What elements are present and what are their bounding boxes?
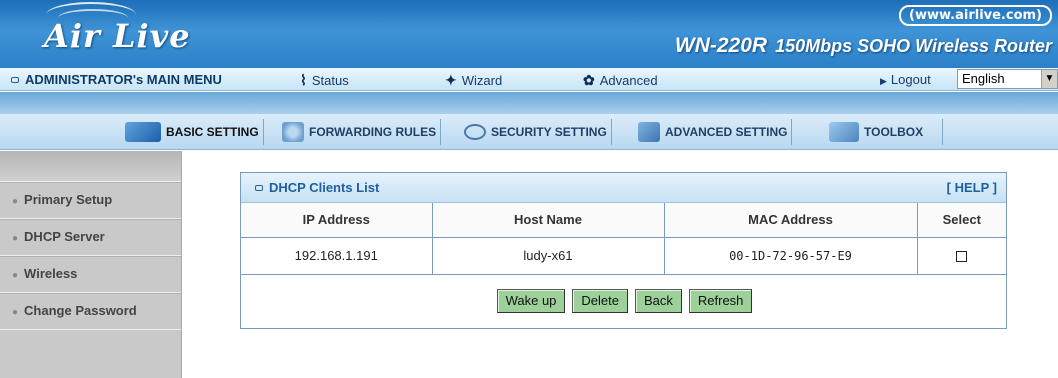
tab-forwarding-rules-label: FORWARDING RULES	[309, 125, 437, 139]
tab-forwarding-rules[interactable]: FORWARDING RULES	[282, 119, 442, 145]
delete-button[interactable]: Delete	[572, 288, 628, 313]
tab-toolbox-label: TOOLBOX	[864, 125, 924, 139]
sidebar-item-label: Primary Setup	[24, 192, 113, 207]
dhcp-clients-table: IP Address Host Name MAC Address Select …	[241, 203, 1006, 275]
header-divider-strip	[0, 92, 1058, 114]
security-setting-icon	[464, 124, 486, 140]
toolbox-icon	[829, 122, 859, 142]
cell-mac: 00-1D-72-96-57-E9	[664, 237, 918, 275]
sidebar-header	[0, 151, 181, 182]
advanced-menu-link[interactable]: ✿ Advanced	[583, 72, 658, 89]
logout-label: Logout	[890, 72, 931, 87]
dhcp-clients-panel: DHCP Clients List [ HELP ] IP Address Ho…	[240, 172, 1007, 329]
status-icon: ⌇	[300, 72, 307, 88]
column-header-ip: IP Address	[241, 203, 433, 238]
sidebar-item-label: Change Password	[24, 303, 137, 318]
logout-link[interactable]: ▶ Logout	[880, 72, 931, 87]
status-menu-link[interactable]: ⌇ Status	[300, 72, 349, 89]
sidebar-item-label: DHCP Server	[24, 229, 105, 244]
cell-select	[917, 237, 1006, 275]
tab-security-setting-label: SECURITY SETTING	[491, 125, 607, 139]
triangle-right-icon: ▶	[880, 76, 887, 86]
cell-host: ludy-x61	[432, 237, 665, 275]
dot-icon: ●	[12, 233, 19, 244]
bullet-icon	[11, 77, 19, 83]
language-value: English	[962, 71, 1005, 86]
product-title: WN-220R 150Mbps SOHO Wireless Router	[675, 34, 1052, 58]
wake-up-button[interactable]: Wake up	[496, 288, 566, 313]
select-checkbox[interactable]	[956, 251, 968, 263]
tab-advanced-setting-label: ADVANCED SETTING	[665, 125, 788, 139]
back-button[interactable]: Back	[634, 288, 682, 313]
advanced-setting-icon	[638, 122, 660, 142]
tab-security-setting[interactable]: SECURITY SETTING	[464, 119, 612, 145]
refresh-button[interactable]: Refresh	[688, 288, 753, 313]
dot-icon: ●	[12, 196, 19, 207]
advanced-label: Advanced	[599, 73, 658, 88]
panel-header: DHCP Clients List [ HELP ]	[241, 173, 1006, 203]
sidebar-item-wireless[interactable]: ● Wireless	[0, 256, 181, 293]
cell-ip: 192.168.1.191	[241, 237, 433, 275]
wizard-label: Wizard	[461, 73, 503, 88]
admin-main-menu-link[interactable]: ADMINISTRATOR's MAIN MENU	[11, 72, 222, 87]
settings-tab-bar: BASIC SETTING FORWARDING RULES SECURITY …	[0, 114, 1058, 150]
sidebar-item-change-password[interactable]: ● Change Password	[0, 293, 181, 330]
bullet-icon	[255, 185, 263, 191]
column-header-host: Host Name	[432, 203, 665, 238]
column-header-mac: MAC Address	[664, 203, 918, 238]
forwarding-rules-icon	[282, 122, 304, 142]
wizard-menu-link[interactable]: ✦ Wizard	[445, 72, 502, 89]
column-header-select: Select	[917, 203, 1006, 238]
sidebar-item-primary-setup[interactable]: ● Primary Setup	[0, 182, 181, 219]
wizard-icon: ✦	[445, 72, 457, 88]
action-buttons: Wake up Delete Back Refresh	[241, 275, 1006, 327]
sidebar-item-dhcp-server[interactable]: ● DHCP Server	[0, 219, 181, 256]
dot-icon: ●	[12, 270, 19, 281]
tab-basic-setting-label: BASIC SETTING	[166, 125, 259, 139]
help-link[interactable]: [ HELP ]	[947, 180, 997, 195]
admin-main-menu-label: ADMINISTRATOR's MAIN MENU	[25, 72, 222, 87]
status-label: Status	[311, 73, 349, 88]
main-menu-bar: ADMINISTRATOR's MAIN MENU ⌇ Status ✦ Wizar…	[0, 68, 1058, 91]
basic-setting-icon	[125, 122, 161, 142]
sidebar: ● Primary Setup ● DHCP Server ● Wireless ● C…	[0, 151, 182, 378]
header-banner: Air Live (www.airlive.com) WN-220R 150Mbp…	[0, 0, 1058, 68]
website-link[interactable]: (www.airlive.com)	[899, 5, 1052, 26]
tab-advanced-setting[interactable]: ADVANCED SETTING	[638, 119, 793, 145]
tab-divider	[942, 119, 943, 145]
language-select[interactable]: English ▼	[957, 69, 1058, 89]
product-description: 150Mbps SOHO Wireless Router	[775, 36, 1052, 56]
table-row: 192.168.1.191 ludy-x61 00-1D-72-96-57-E9	[241, 237, 1006, 275]
tab-toolbox[interactable]: TOOLBOX	[829, 119, 927, 145]
dot-icon: ●	[12, 307, 19, 318]
sidebar-item-label: Wireless	[24, 266, 78, 281]
advanced-icon: ✿	[583, 72, 595, 88]
panel-title-text: DHCP Clients List	[269, 180, 380, 195]
table-header-row: IP Address Host Name MAC Address Select	[241, 203, 1006, 238]
model-name: WN-220R	[674, 34, 768, 57]
chevron-down-icon[interactable]: ▼	[1041, 70, 1057, 88]
airlive-logo: Air Live	[44, 17, 191, 55]
panel-title: DHCP Clients List	[255, 180, 379, 195]
tab-basic-setting[interactable]: BASIC SETTING	[125, 119, 264, 145]
